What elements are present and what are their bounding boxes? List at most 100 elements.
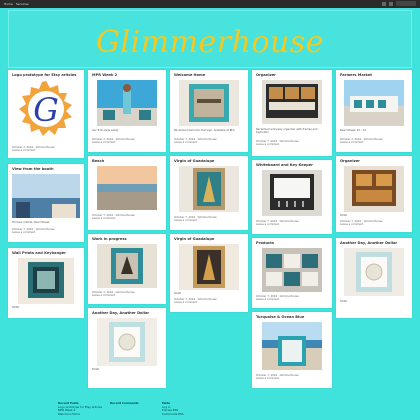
post-title[interactable]: Farmers Market: [340, 73, 408, 77]
post-title[interactable]: View from the booth: [12, 167, 80, 171]
post-card[interactable]: Organizer Reclaimed entryway organizer w…: [252, 70, 332, 156]
post-excerpt: SOLD: [340, 300, 348, 303]
post-author[interactable]: Glimmerhouse: [116, 214, 135, 217]
post-comment-link[interactable]: Leave a comment: [92, 294, 115, 297]
post-author[interactable]: Glimmerhouse: [280, 140, 299, 143]
post-title[interactable]: Turquoise & Ocean Blue: [256, 315, 328, 319]
post-comment-link[interactable]: Leave a comment: [256, 223, 279, 226]
admin-bar: Home Services: [0, 0, 420, 8]
post-comment-link[interactable]: Leave a comment: [256, 298, 279, 301]
post-image[interactable]: G: [17, 80, 75, 138]
post-image[interactable]: [18, 258, 74, 304]
post-image[interactable]: [344, 80, 404, 126]
site-header: Glimmerhouse: [8, 10, 412, 68]
user-icon[interactable]: [389, 1, 393, 6]
post-comment-link[interactable]: Leave a comment: [92, 141, 115, 144]
post-card[interactable]: MPR Week 2 Our first show setup October …: [88, 70, 166, 152]
post-author[interactable]: Glimmerhouse: [198, 298, 217, 301]
post-title[interactable]: Wall Prints and Keyhanger: [12, 251, 80, 255]
post-card[interactable]: Wall Prints and Keyhanger SOLD: [8, 248, 84, 318]
post-card[interactable]: Another Day, Another Dollar SOLD: [88, 308, 166, 388]
site-title[interactable]: Glimmerhouse: [9, 25, 411, 60]
post-card[interactable]: Work in progress October 7, 2016 · Glimm…: [88, 234, 166, 304]
post-image[interactable]: [12, 174, 80, 218]
post-author[interactable]: Glimmerhouse: [198, 216, 217, 219]
post-title[interactable]: Logo prototype for Etsy aritcles: [12, 73, 80, 77]
post-author[interactable]: Glimmerhouse: [280, 220, 299, 223]
post-author[interactable]: Glimmerhouse: [198, 138, 217, 141]
post-excerpt: Our first show setup: [92, 129, 119, 132]
post-title[interactable]: Organizer: [340, 159, 408, 163]
post-author[interactable]: Glimmerhouse: [36, 146, 55, 149]
site-footer: Recent Posts Logo prototype for Etsy ari…: [0, 398, 420, 420]
recent-posts-widget: Recent Posts Logo prototype for Etsy ari…: [58, 401, 102, 417]
post-comment-link[interactable]: Leave a comment: [174, 141, 197, 144]
post-card[interactable]: Welcome Home Reclaimed welcome mat sign.…: [170, 70, 248, 152]
svg-text:G: G: [33, 91, 59, 129]
post-image[interactable]: [262, 80, 322, 124]
post-card[interactable]: Turquoise & Ocean Blue October 7, 2016 ·…: [252, 312, 332, 388]
post-image[interactable]: [97, 166, 157, 210]
post-comment-link[interactable]: Leave a comment: [174, 301, 197, 304]
post-comment-link[interactable]: Leave a comment: [256, 377, 279, 380]
post-card[interactable]: Logo prototype for Etsy aritcles G Octob…: [8, 70, 84, 158]
post-comment-link[interactable]: Leave a comment: [340, 141, 363, 144]
post-excerpt: Reclaimed welcome mat sign. Available at…: [174, 129, 235, 132]
post-author[interactable]: Glimmerhouse: [36, 228, 55, 231]
post-title[interactable]: Virgin of Guadalupe: [174, 159, 244, 163]
post-card[interactable]: Virgin of Guadalupe October 7, 2016 · Gl…: [170, 156, 248, 230]
post-title[interactable]: Virgin of Guadalupe: [174, 237, 244, 241]
post-excerpt: Reclaimed entryway organizer with frames…: [256, 128, 318, 134]
post-image[interactable]: [179, 244, 239, 290]
post-image[interactable]: [262, 170, 322, 216]
topbar-link-services[interactable]: Services: [16, 2, 29, 6]
post-card[interactable]: Another Day, Another Dollar SOLD: [336, 238, 412, 318]
post-card[interactable]: Organizer SOLD October 7, 2016 · Glimmer…: [336, 156, 412, 232]
post-image[interactable]: [179, 166, 239, 212]
post-card[interactable]: Virgin of Guadalupe SOLD October 7, 2016…: [170, 234, 248, 312]
post-card[interactable]: Beach October 7, 2016 · Glimmerhouse Leav…: [88, 156, 166, 230]
post-author[interactable]: Glimmerhouse: [280, 374, 299, 377]
recent-comments-widget: Recent Comments: [110, 401, 139, 406]
meta-widget: Meta Log in Entries RSS Comments RSS: [162, 401, 184, 417]
post-title[interactable]: Organizer: [256, 73, 328, 77]
meta-link[interactable]: Comments RSS: [162, 412, 184, 417]
post-author[interactable]: Glimmerhouse: [364, 220, 383, 223]
post-title[interactable]: MPR Week 2: [92, 73, 162, 77]
post-image[interactable]: [97, 244, 157, 288]
post-image[interactable]: [97, 318, 157, 366]
post-title[interactable]: Products: [256, 241, 328, 245]
post-image[interactable]: [262, 322, 322, 370]
post-comment-link[interactable]: Leave a comment: [340, 223, 363, 226]
post-image[interactable]: [179, 80, 239, 126]
post-title[interactable]: Beach: [92, 159, 162, 163]
post-excerpt: SOLD: [92, 368, 100, 371]
post-image[interactable]: [262, 248, 322, 292]
post-card[interactable]: Whiteboard and Key Keeper October 7, 201…: [252, 160, 332, 234]
post-author[interactable]: Glimmerhouse: [116, 291, 135, 294]
search-input[interactable]: [396, 1, 416, 6]
post-title[interactable]: Another Day, Another Dollar: [92, 311, 162, 315]
post-comment-link[interactable]: Leave a comment: [12, 231, 35, 234]
post-title[interactable]: Welcome Home: [174, 73, 244, 77]
post-title[interactable]: Work in progress: [92, 237, 162, 241]
post-comment-link[interactable]: Leave a comment: [256, 143, 279, 146]
post-comment-link[interactable]: Leave a comment: [12, 149, 35, 152]
post-card[interactable]: View from the booth Farmers market, Pear…: [8, 164, 84, 242]
post-author[interactable]: Glimmerhouse: [280, 295, 299, 298]
recent-post-link[interactable]: Welcome Home: [58, 412, 102, 417]
post-image[interactable]: [97, 80, 157, 126]
post-card[interactable]: Products October 7, 2016 · Glimmerhouse L…: [252, 238, 332, 308]
post-comment-link[interactable]: Leave a comment: [92, 217, 115, 220]
post-title[interactable]: Another Day, Another Dollar: [340, 241, 408, 245]
post-image[interactable]: [344, 248, 404, 296]
post-comment-link[interactable]: Leave a comment: [174, 219, 197, 222]
post-excerpt: SOLD: [12, 306, 20, 309]
topbar-link-home[interactable]: Home: [4, 2, 13, 6]
post-author[interactable]: Glimmerhouse: [116, 138, 135, 141]
post-author[interactable]: Glimmerhouse: [364, 138, 383, 141]
post-image[interactable]: [344, 166, 404, 212]
post-card[interactable]: Farmers Market Pearl Street, 10 - 12 Oct…: [336, 70, 412, 152]
post-title[interactable]: Whiteboard and Key Keeper: [256, 163, 328, 167]
rss-icon[interactable]: [382, 1, 386, 6]
